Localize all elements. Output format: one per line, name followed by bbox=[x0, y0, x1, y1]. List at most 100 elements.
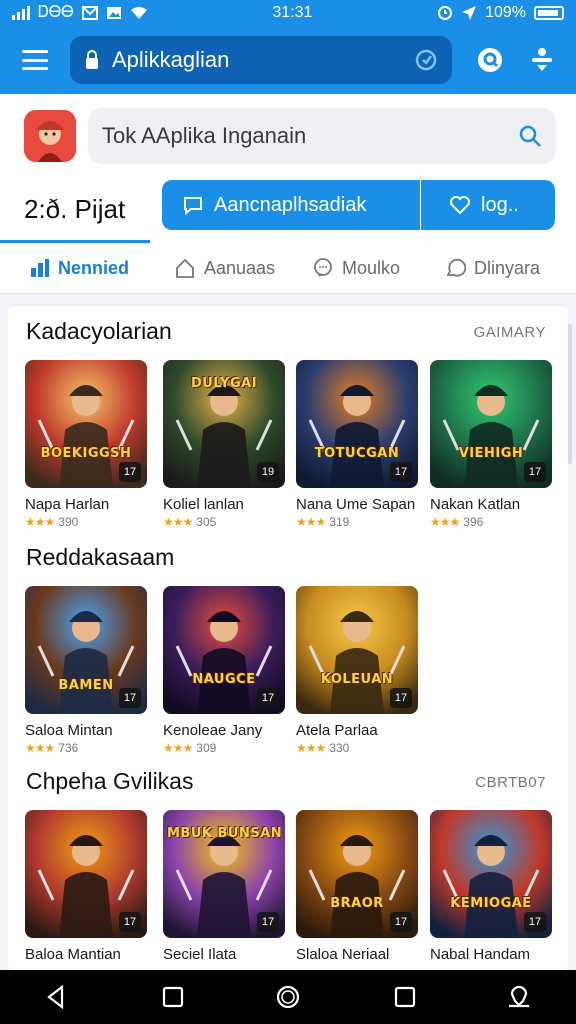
game-title: Koliel lanlan bbox=[163, 496, 244, 513]
game-rating: ★★★ 305 bbox=[163, 515, 285, 529]
age-rating-badge: 17 bbox=[524, 462, 546, 482]
login-button-label: log.. bbox=[481, 193, 519, 216]
game-banner-text: BRAOR bbox=[330, 896, 384, 911]
clock: 31:31 bbox=[272, 4, 313, 21]
login-button[interactable]: log.. bbox=[421, 180, 555, 230]
wifi-icon bbox=[130, 7, 147, 19]
age-rating-badge: 17 bbox=[119, 912, 141, 932]
system-nav-bar bbox=[0, 970, 576, 1024]
game-thumbnail[interactable]: TOTUCGAN 17 bbox=[296, 360, 418, 488]
game-thumbnail[interactable]: KOLEUAN 17 bbox=[296, 586, 418, 714]
tab-nennied[interactable]: Nennied bbox=[30, 242, 129, 294]
app-logo[interactable] bbox=[24, 110, 76, 162]
game-card[interactable]: BAMEN 17 Saloa Mintan ★★★ 736 bbox=[25, 586, 147, 755]
back-icon[interactable] bbox=[44, 984, 70, 1010]
signal-icon bbox=[12, 6, 30, 20]
game-card[interactable]: BRAOR 17 Slaloa Neriaal bbox=[296, 810, 418, 963]
age-rating-badge: 17 bbox=[524, 912, 546, 932]
recents-icon[interactable] bbox=[160, 984, 186, 1010]
age-rating-badge: 17 bbox=[257, 912, 279, 932]
game-banner-text: VIEHIGH bbox=[458, 446, 524, 461]
menu-icon[interactable] bbox=[22, 50, 48, 70]
assistant-icon[interactable] bbox=[506, 984, 532, 1010]
game-thumbnail[interactable]: KEMIOGAE 17 bbox=[430, 810, 552, 938]
search-icon[interactable] bbox=[518, 124, 542, 148]
game-title: Baloa Mantian bbox=[25, 946, 121, 963]
tab-label: Nennied bbox=[58, 257, 130, 278]
star-icon: ★★★ bbox=[163, 741, 193, 755]
bubble-icon bbox=[446, 258, 466, 277]
game-thumbnail[interactable]: BOEKIGGSH 17 bbox=[25, 360, 147, 488]
rating-count: 330 bbox=[329, 741, 350, 755]
game-card[interactable]: KEMIOGAE 17 Nabal Handam bbox=[430, 810, 552, 963]
age-rating-badge: 17 bbox=[390, 688, 412, 708]
store-header: Tok AAplika Inganain 2:ð. Pijat Aancnapl… bbox=[0, 94, 576, 294]
app-rating: 2:ð. Pijat bbox=[24, 194, 126, 224]
section-title: Reddakasaam bbox=[26, 544, 175, 570]
game-card[interactable]: KOLEUAN 17 Atela Parlaa ★★★ 330 bbox=[296, 586, 418, 755]
app-bar: Aplikkaglian bbox=[0, 26, 576, 94]
game-card[interactable]: TOTUCGAN 17 Nana Ume Sapan ★★★ 319 bbox=[296, 360, 418, 529]
game-card[interactable]: NAUGCE 17 Kenoleae Jany ★★★ 309 bbox=[163, 586, 285, 755]
tab-label: Moulko bbox=[342, 257, 401, 278]
game-banner-text: NAUGCE bbox=[192, 672, 256, 687]
game-rating: ★★★ 319 bbox=[296, 515, 418, 529]
status-bar: ᎠᎾᎾ 31:31 109% bbox=[0, 0, 576, 26]
game-title: Slaloa Neriaal bbox=[296, 946, 390, 963]
section-see-all-link[interactable]: GAIMARY bbox=[474, 324, 546, 341]
game-title: Nakan Katlan bbox=[430, 496, 521, 513]
address-bar[interactable]: Aplikkaglian bbox=[70, 36, 452, 84]
mail-icon bbox=[81, 6, 98, 20]
game-rating: ★★★ 390 bbox=[25, 515, 147, 529]
age-rating-badge: 17 bbox=[119, 462, 141, 482]
section-see-all-link[interactable]: CBRTB07 bbox=[475, 774, 546, 791]
game-title: Kenoleae Jany bbox=[163, 722, 263, 739]
game-thumbnail[interactable]: NAUGCE 17 bbox=[163, 586, 285, 714]
search-field[interactable]: Tok AAplika Inganain bbox=[88, 108, 556, 164]
rating-count: 305 bbox=[196, 515, 217, 529]
alarm-icon bbox=[438, 6, 453, 20]
tab-label: Dlinyara bbox=[474, 257, 541, 278]
star-icon: ★★★ bbox=[296, 741, 326, 755]
game-card[interactable]: DULYGAI 19 Koliel lanlan ★★★ 305 bbox=[163, 360, 285, 529]
reload-icon[interactable] bbox=[414, 48, 438, 72]
game-thumbnail[interactable]: 17 bbox=[25, 810, 147, 938]
age-rating-badge: 17 bbox=[257, 688, 279, 708]
heart-bubble-icon bbox=[450, 196, 470, 215]
tab-moulko[interactable]: Moulko bbox=[312, 242, 400, 294]
game-thumbnail[interactable]: MBUK BUNSAN 17 bbox=[163, 810, 285, 938]
game-card[interactable]: 17 Baloa Mantian bbox=[25, 810, 147, 963]
install-button[interactable]: Aancnaplhsadiak bbox=[162, 180, 420, 230]
search-text: Tok AAplika Inganain bbox=[102, 123, 307, 148]
game-title: Seciel Ilata bbox=[163, 946, 237, 963]
rating-count: 736 bbox=[58, 741, 79, 755]
game-card[interactable]: BOEKIGGSH 17 Napa Harlan ★★★ 390 bbox=[25, 360, 147, 529]
tab-dlinyara[interactable]: Dlinyara bbox=[444, 242, 540, 294]
game-card[interactable]: VIEHIGH 17 Nakan Katlan ★★★ 396 bbox=[430, 360, 552, 529]
rating-count: 309 bbox=[196, 741, 217, 755]
game-thumbnail[interactable]: DULYGAI 19 bbox=[163, 360, 285, 488]
home-icon[interactable] bbox=[275, 984, 301, 1010]
game-title: Nabal Handam bbox=[430, 946, 531, 963]
rating-count: 319 bbox=[329, 515, 350, 529]
address-text: Aplikkaglian bbox=[112, 47, 230, 72]
game-thumbnail[interactable]: BRAOR 17 bbox=[296, 810, 418, 938]
game-thumbnail[interactable]: VIEHIGH 17 bbox=[430, 360, 552, 488]
age-rating-badge: 19 bbox=[257, 462, 279, 482]
section-title: Chpeha Gvilikas bbox=[26, 768, 194, 794]
age-rating-badge: 17 bbox=[390, 912, 412, 932]
game-banner-text: DULYGAI bbox=[190, 376, 258, 391]
age-rating-badge: 17 bbox=[390, 462, 412, 482]
scrollbar[interactable] bbox=[568, 324, 572, 464]
download-icon[interactable] bbox=[528, 46, 556, 74]
battery-icon bbox=[534, 6, 564, 20]
game-rating: ★★★ 309 bbox=[163, 741, 285, 755]
overview-icon[interactable] bbox=[392, 984, 418, 1010]
lock-icon bbox=[86, 50, 98, 69]
star-icon: ★★★ bbox=[25, 741, 55, 755]
info-icon[interactable] bbox=[476, 46, 504, 74]
game-card[interactable]: MBUK BUNSAN 17 Seciel Ilata bbox=[163, 810, 285, 963]
chat-icon bbox=[314, 258, 332, 277]
tab-aanuaas[interactable]: Aanuaas bbox=[174, 242, 275, 294]
game-thumbnail[interactable]: BAMEN 17 bbox=[25, 586, 147, 714]
